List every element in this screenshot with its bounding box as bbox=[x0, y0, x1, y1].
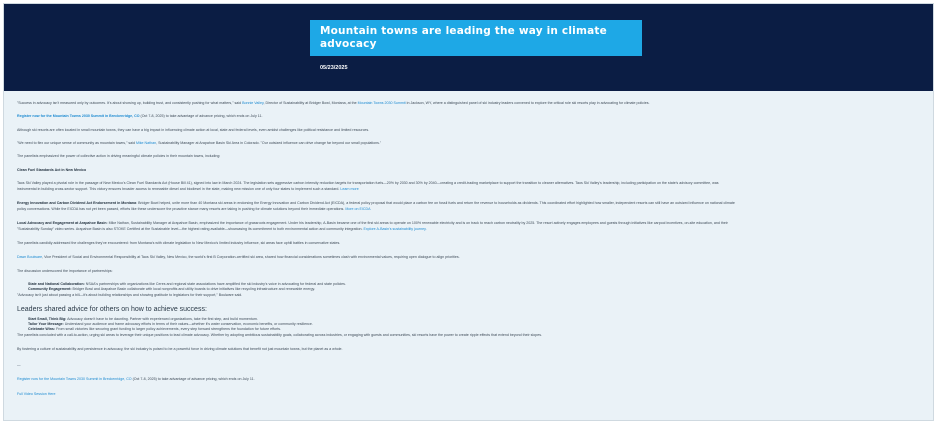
step-text: Understand your audience and frame advoc… bbox=[63, 322, 313, 327]
learn-more-link[interactable]: Learn more bbox=[340, 187, 358, 191]
more-on-eicda-link[interactable]: More on EICDA bbox=[345, 207, 370, 211]
intro-text-b: , Director of Sustainability at Bridger … bbox=[263, 101, 358, 105]
advice-list: Start Small, Think Big: Advocacy doesn't… bbox=[17, 317, 922, 333]
paragraph-culture: By fostering a culture of sustainability… bbox=[17, 347, 343, 351]
step-text: From small victories like securing grant… bbox=[55, 327, 281, 332]
register-text-top: (Oct 7-8, 2025) to take advantage of adv… bbox=[139, 114, 263, 118]
full-video-link[interactable]: Full Video Session Here bbox=[17, 392, 56, 396]
bullet-text: NSAA's partnerships with organizations l… bbox=[84, 282, 346, 286]
mike-nathan-link[interactable]: Mike Nathan bbox=[136, 141, 156, 145]
hero-title-box: Mountain towns are leading the way in cl… bbox=[310, 20, 642, 56]
article-page: Mountain towns are leading the way in cl… bbox=[3, 3, 934, 421]
advice-heading: Leaders shared advice for others on how … bbox=[17, 306, 207, 313]
article-date: 05/23/2025 bbox=[320, 65, 348, 71]
dawn-boulware-link[interactable]: Dawn Boulware bbox=[17, 255, 42, 259]
intro-text-a: "Success in advocacy isn't measured only… bbox=[17, 101, 243, 105]
quote-paragraph: "We need to flex our unique sense of com… bbox=[17, 141, 381, 146]
summit-link[interactable]: Mountain Towns 2030 Summit bbox=[358, 101, 406, 105]
paragraph-energy-1: Energy Innovation and Carbon Dividend Ac… bbox=[17, 201, 735, 206]
register-text-bottom: (Oct 7-8, 2025) to take advantage of adv… bbox=[131, 377, 255, 381]
energy-text: : Bridger Bowl helped, unite more than 4… bbox=[136, 201, 735, 205]
paragraph-conclusion: The panelists concluded with a call-to-a… bbox=[17, 333, 543, 337]
local-text-b: "Sustainability Sunday" video series. Ar… bbox=[17, 227, 364, 231]
heading-clean-fuel: Clean Fuel Standards Act in New Mexico bbox=[17, 168, 87, 172]
step-label: Start Small, Think Big: bbox=[28, 317, 67, 321]
step-label: Tailor Your Message: bbox=[28, 322, 64, 327]
step-label: Celebrate Wins: bbox=[28, 327, 56, 332]
paragraph-clean-fuel-2: instrumental in building cross-sector su… bbox=[17, 187, 359, 192]
list-item: Celebrate Wins: From small victories lik… bbox=[28, 327, 922, 332]
local-text: : Mike Nathan, Sustainability Manager at… bbox=[106, 221, 728, 225]
register-line-top: Register now for the Mountain Towns 2030… bbox=[17, 114, 263, 119]
dawn-text: , Vice President of Social and Environme… bbox=[42, 255, 460, 259]
list-item: Community Engagement: Bridger Bowl and A… bbox=[28, 287, 922, 292]
energy-text-b: policy conversations. While the EICDA ha… bbox=[17, 207, 346, 211]
paragraph-boulware-quote: "Advocacy isn't just about passing a bil… bbox=[17, 293, 243, 297]
hero-banner: Mountain towns are leading the way in cl… bbox=[4, 4, 933, 91]
heading-local-advocacy: Local Advocacy and Engagement at Arapaho… bbox=[17, 221, 107, 225]
register-line-bottom: Register now for the Mountain Towns 2030… bbox=[17, 377, 255, 382]
paragraph-dawn: Dawn Boulware, Vice President of Social … bbox=[17, 255, 460, 260]
bullet-text: Bridger Bowl and Arapahoe Basin collabor… bbox=[71, 287, 315, 292]
partnership-list: State and National Collaboration: NSAA's… bbox=[17, 282, 922, 292]
heading-energy: Energy Innovation and Carbon Dividend Ac… bbox=[17, 201, 137, 205]
paragraph-collective-action: The panelists emphasized the power of co… bbox=[17, 154, 221, 158]
quote-text-a: "We need to flex our unique sense of com… bbox=[17, 141, 136, 145]
intro-paragraph: "Success in advocacy isn't measured only… bbox=[17, 101, 650, 106]
intro-text-c: in Jackson, WY, where a distinguished pa… bbox=[405, 101, 650, 105]
quote-text-b: , Sustainability Manager at Arapahoe Bas… bbox=[156, 141, 382, 145]
abasin-sustainability-link[interactable]: Explore A-Basin's sustainability journey… bbox=[363, 227, 426, 231]
paragraph-partnerships: The discussion underscored the importanc… bbox=[17, 269, 113, 273]
paragraph-small-towns: Although ski resorts are often located i… bbox=[17, 128, 370, 132]
paragraph-clean-fuel-1: Taos Ski Valley played a pivotal role in… bbox=[17, 181, 719, 185]
paragraph-energy-2: policy conversations. While the EICDA ha… bbox=[17, 207, 371, 212]
divider-dash: — bbox=[17, 363, 21, 367]
register-link-top[interactable]: Register now for the Mountain Towns 2030… bbox=[17, 114, 140, 118]
clean-fuel-text: instrumental in building cross-sector su… bbox=[17, 187, 341, 191]
bonnie-valley-link[interactable]: Bonnie Valley bbox=[242, 101, 263, 105]
bullet-label: State and National Collaboration: bbox=[28, 282, 85, 286]
bullet-label: Community Engagement: bbox=[28, 287, 72, 292]
article-title: Mountain towns are leading the way in cl… bbox=[320, 25, 607, 50]
paragraph-local-2: "Sustainability Sunday" video series. Ar… bbox=[17, 227, 427, 232]
step-text: Advocacy doesn't have to be daunting. Pa… bbox=[66, 317, 258, 321]
paragraph-local-1: Local Advocacy and Engagement at Arapaho… bbox=[17, 221, 728, 226]
video-line: Full Video Session Here bbox=[17, 392, 56, 397]
paragraph-challenges: The panelists candidly addressed the cha… bbox=[17, 241, 341, 245]
register-link-bottom[interactable]: Register now for the Mountain Towns 2030… bbox=[17, 377, 132, 381]
